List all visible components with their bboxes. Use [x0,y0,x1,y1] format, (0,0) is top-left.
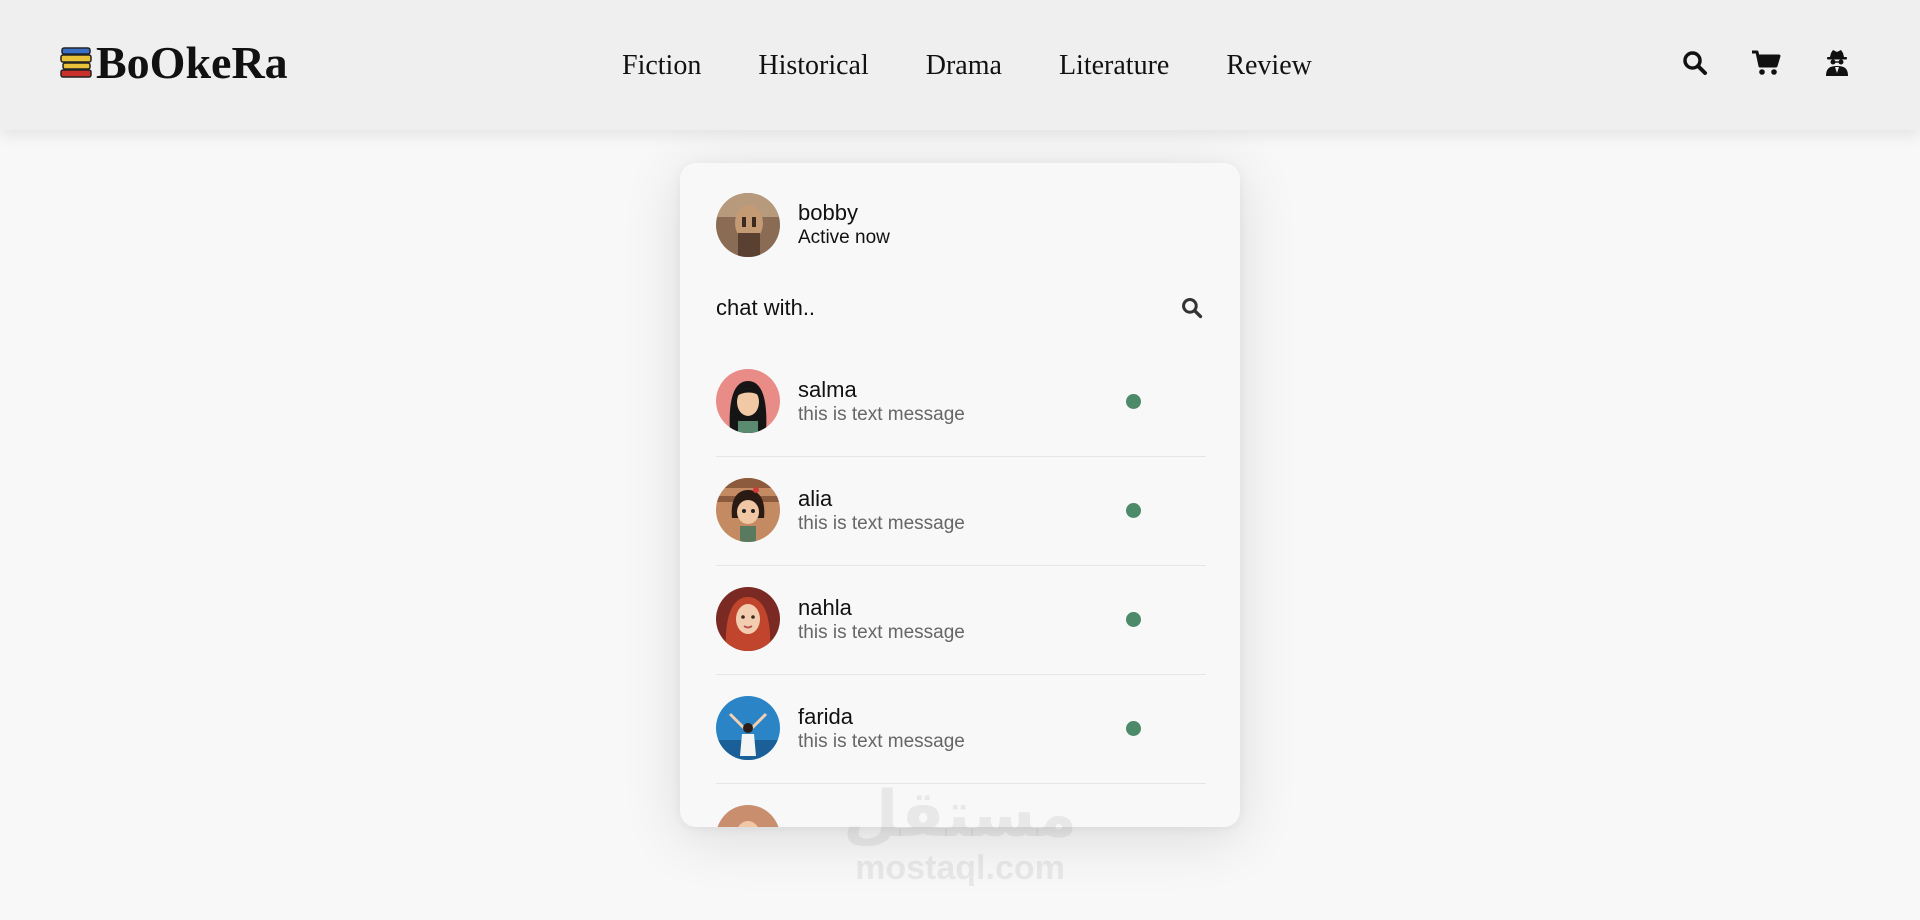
online-status-dot [1126,394,1141,409]
contact-last-message: this is text message [798,404,965,425]
avatar [716,696,780,760]
contact-name: farida [798,704,854,729]
contact-last-message: this is text message [798,731,965,752]
user-spy-icon[interactable] [1822,48,1852,78]
avatar [716,369,780,433]
list-item[interactable] [716,784,1206,827]
main-nav: Fiction Historical Drama Literature Revi… [622,46,1312,86]
search-icon[interactable] [1680,48,1710,78]
list-item[interactable]: farida this is text message [716,675,1206,784]
current-user-info: bobby Active now [798,200,890,250]
header-actions [1680,48,1852,78]
cart-icon[interactable] [1751,48,1781,78]
list-item[interactable]: nahla this is text message [716,566,1206,675]
contact-last-message: this is text message [798,622,965,643]
chat-panel: bobby Active now chat with.. salma this … [680,163,1240,827]
chat-search-bar [716,288,1206,328]
books-stack-icon [60,47,92,78]
contact-last-message: this is text message [798,513,965,534]
avatar[interactable] [716,193,780,257]
nav-item-drama[interactable]: Drama [926,46,1002,86]
current-user-name: bobby [798,200,858,225]
nav-item-literature[interactable]: Literature [1059,46,1169,86]
online-status-dot [1126,612,1141,627]
list-item[interactable]: salma this is text message [716,348,1206,457]
contact-info: nahla this is text message [798,595,1206,645]
list-item[interactable]: alia this is text message [716,457,1206,566]
watermark-latin: mostaql.com [855,849,1065,887]
nav-item-review[interactable]: Review [1226,46,1312,86]
brand-name: BoOkeRa [96,37,288,88]
contact-name: alia [798,486,833,511]
current-user-status: Active now [798,227,890,248]
contact-name: salma [798,377,857,402]
online-status-dot [1126,721,1141,736]
nav-item-historical[interactable]: Historical [758,46,868,86]
contact-info: alia this is text message [798,486,1206,536]
avatar [716,587,780,651]
brand-logo[interactable]: BoOkeRa [60,38,288,88]
contact-name: nahla [798,595,852,620]
search-icon[interactable] [1178,294,1206,322]
contact-list: salma this is text message alia this is … [716,348,1206,827]
contact-info: farida this is text message [798,704,1206,754]
online-status-dot [1126,503,1141,518]
nav-item-fiction[interactable]: Fiction [622,46,701,86]
avatar [716,805,780,827]
contact-info: salma this is text message [798,377,1206,427]
top-navbar: BoOkeRa Fiction Historical Drama Literat… [0,0,1920,130]
avatar [716,478,780,542]
chat-search-input[interactable] [716,295,1116,321]
current-user-header: bobby Active now [716,193,890,257]
